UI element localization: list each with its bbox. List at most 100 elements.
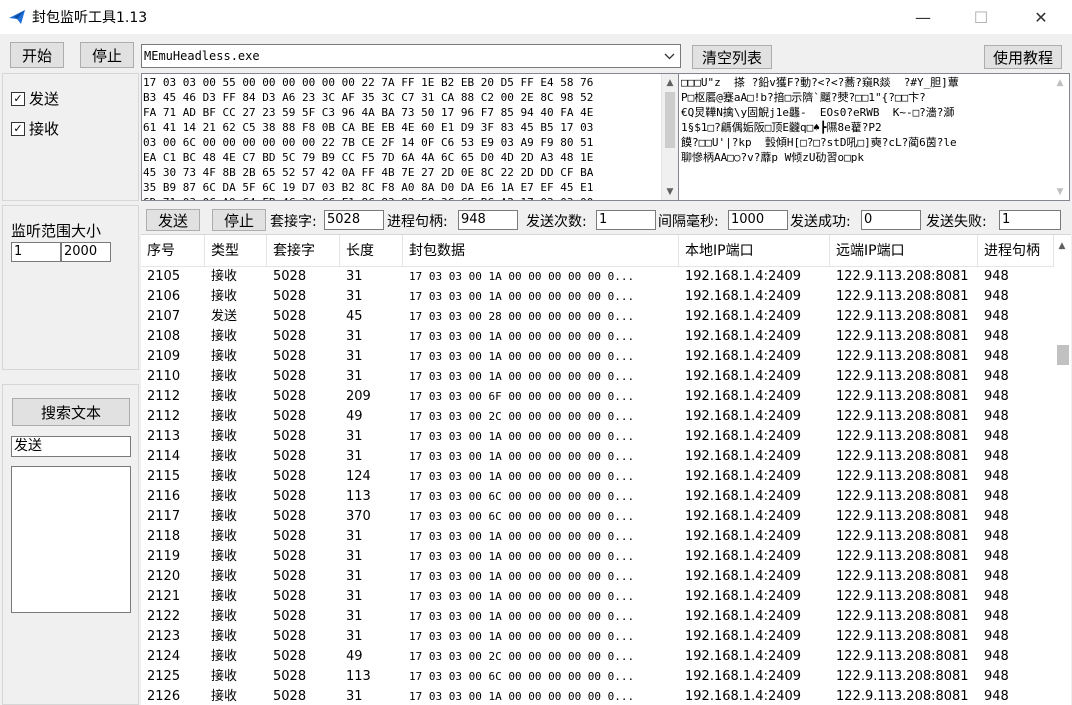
table-row[interactable]: 2124 接收 5028 49 17 03 03 00 2C 00 00 00 00 0…: [141, 647, 1054, 667]
stop-button[interactable]: 停止: [80, 42, 134, 68]
table-row[interactable]: 2119 接收 5028 31 17 03 03 00 1A 00 00 00 00 0…: [141, 547, 1054, 567]
recv-checkbox[interactable]: ✓: [11, 121, 25, 136]
ascii-scrollbar[interactable]: ▲ ▼: [1052, 74, 1069, 200]
recv-filter[interactable]: ✓ 接收: [11, 118, 59, 139]
local-ip-cell: 192.168.1.4:2409: [685, 289, 802, 304]
send-checkbox[interactable]: ✓: [11, 91, 25, 106]
col-data-header[interactable]: 封包数据: [403, 235, 679, 267]
ascii-line: □□□U"z 搽 ?鉛v獲F?動?<?<?蕎?窺R燚 ?#Y_胆]蕈: [681, 76, 959, 89]
send-fail-input[interactable]: 1: [999, 210, 1061, 230]
search-results[interactable]: [11, 466, 131, 613]
table-row[interactable]: 2121 接收 5028 31 17 03 03 00 1A 00 00 00 00 0…: [141, 587, 1054, 607]
hex-preview[interactable]: 17 03 03 00 55 00 00 00 00 00 00 22 7A F…: [141, 73, 679, 201]
send-fail-label: 发送失败:: [926, 214, 987, 230]
maximize-icon: ☐: [973, 7, 989, 27]
hex-line: 61 41 14 21 62 C5 38 88 F8 0B CA BE EB 4…: [143, 121, 594, 134]
col-local-ip-header[interactable]: 本地IP端口: [679, 235, 830, 267]
table-scrollbar[interactable]: ▲: [1054, 235, 1071, 705]
remote-ip-cell: 122.9.113.208:8081: [836, 609, 969, 624]
scroll-up-icon[interactable]: ▲: [1052, 74, 1068, 91]
type-cell: 接收: [211, 389, 238, 404]
local-ip-cell: 192.168.1.4:2409: [685, 629, 802, 644]
packet-data-cell: 17 03 03 00 28 00 00 00 00 00 0...: [409, 310, 635, 323]
help-button[interactable]: 使用教程: [984, 45, 1062, 69]
scroll-thumb[interactable]: [1057, 345, 1069, 365]
table-row[interactable]: 2107 发送 5028 45 17 03 03 00 28 00 00 00 00 0…: [141, 307, 1054, 327]
table-row[interactable]: 2120 接收 5028 31 17 03 03 00 1A 00 00 00 00 0…: [141, 567, 1054, 587]
type-cell: 接收: [211, 369, 238, 384]
search-text-button[interactable]: 搜索文本: [12, 398, 130, 426]
table-row[interactable]: 2126 接收 5028 31 17 03 03 00 1A 00 00 00 00 0…: [141, 687, 1054, 705]
table-row[interactable]: 2118 接收 5028 31 17 03 03 00 1A 00 00 00 00 0…: [141, 527, 1054, 547]
packet-table[interactable]: 序号 类型 套接字 长度 封包数据 本地IP端口 远端IP端口 进程句柄 2105 接收 5028…: [141, 234, 1071, 705]
close-icon: ✕: [1034, 7, 1048, 27]
hex-scrollbar[interactable]: ▲ ▼: [661, 74, 678, 200]
handle-cell: 948: [984, 689, 1009, 704]
table-row[interactable]: 2123 接收 5028 31 17 03 03 00 1A 00 00 00 00 0…: [141, 627, 1054, 647]
packet-data-cell: 17 03 03 00 1A 00 00 00 00 00 0...: [409, 290, 635, 303]
type-cell: 接收: [211, 649, 238, 664]
remote-ip-cell: 122.9.113.208:8081: [836, 429, 969, 444]
type-cell: 接收: [211, 469, 238, 484]
type-cell: 接收: [211, 269, 238, 284]
remote-ip-cell: 122.9.113.208:8081: [836, 529, 969, 544]
search-input[interactable]: 发送: [11, 436, 131, 457]
hex-line: B3 45 46 D3 FF 84 D3 A6 23 3C AF 35 3C C…: [143, 91, 594, 104]
clear-list-button[interactable]: 清空列表: [692, 45, 772, 69]
table-row[interactable]: 2105 接收 5028 31 17 03 03 00 1A 00 00 00 00 0…: [141, 267, 1054, 287]
scroll-up-icon[interactable]: ▲: [1054, 237, 1070, 254]
table-row[interactable]: 2115 接收 5028 124 17 03 03 00 1A 00 00 00 00 …: [141, 467, 1054, 487]
range-from-input[interactable]: 1: [11, 242, 61, 262]
scroll-up-icon[interactable]: ▲: [662, 74, 678, 91]
table-row[interactable]: 2110 接收 5028 31 17 03 03 00 1A 00 00 00 00 0…: [141, 367, 1054, 387]
col-seq-header[interactable]: 序号: [141, 235, 205, 267]
socket-cell: 5028: [273, 489, 307, 504]
table-row[interactable]: 2113 接收 5028 31 17 03 03 00 1A 00 00 00 00 0…: [141, 427, 1054, 447]
table-row[interactable]: 2112 接收 5028 49 17 03 03 00 2C 00 00 00 00 0…: [141, 407, 1054, 427]
type-cell: 接收: [211, 289, 238, 304]
col-type-header[interactable]: 类型: [205, 235, 267, 267]
table-row[interactable]: 2112 接收 5028 209 17 03 03 00 6F 00 00 00 00 …: [141, 387, 1054, 407]
process-select[interactable]: MEmuHeadless.exe: [141, 44, 681, 68]
minimize-button[interactable]: —: [900, 0, 946, 34]
length-cell: 31: [346, 449, 363, 464]
send-success-input[interactable]: 0: [861, 210, 921, 230]
remote-ip-cell: 122.9.113.208:8081: [836, 669, 969, 684]
local-ip-cell: 192.168.1.4:2409: [685, 389, 802, 404]
send-button[interactable]: 发送: [146, 209, 200, 231]
send-stop-button[interactable]: 停止: [212, 209, 266, 231]
col-length-header[interactable]: 长度: [340, 235, 403, 267]
scroll-down-icon[interactable]: ▼: [1052, 183, 1068, 200]
socket-input[interactable]: 5028: [324, 210, 384, 230]
table-row[interactable]: 2125 接收 5028 113 17 03 03 00 6C 00 00 00 00 …: [141, 667, 1054, 687]
col-handle-header[interactable]: 进程句柄: [978, 235, 1054, 267]
start-button[interactable]: 开始: [10, 42, 64, 68]
table-row[interactable]: 2116 接收 5028 113 17 03 03 00 6C 00 00 00 00 …: [141, 487, 1054, 507]
hex-line: EA C1 BC 48 4E C7 BD 5C 79 B9 CC F5 7D 6…: [143, 151, 594, 164]
table-row[interactable]: 2114 接收 5028 31 17 03 03 00 1A 00 00 00 00 0…: [141, 447, 1054, 467]
table-row[interactable]: 2108 接收 5028 31 17 03 03 00 1A 00 00 00 00 0…: [141, 327, 1054, 347]
socket-cell: 5028: [273, 469, 307, 484]
table-row[interactable]: 2117 接收 5028 370 17 03 03 00 6C 00 00 00 00 …: [141, 507, 1054, 527]
maximize-button[interactable]: ☐: [958, 0, 1004, 34]
scroll-down-icon[interactable]: ▼: [662, 183, 678, 200]
table-row[interactable]: 2106 接收 5028 31 17 03 03 00 1A 00 00 00 00 0…: [141, 287, 1054, 307]
close-button[interactable]: ✕: [1018, 0, 1064, 34]
handle-input[interactable]: 948: [458, 210, 518, 230]
seq-cell: 2120: [147, 569, 181, 584]
length-cell: 31: [346, 549, 363, 564]
packet-data-cell: 17 03 03 00 1A 00 00 00 00 00 0...: [409, 530, 635, 543]
col-socket-header[interactable]: 套接字: [267, 235, 340, 267]
ascii-preview[interactable]: □□□U"z 搽 ?鉛v獲F?動?<?<?蕎?窺R燚 ?#Y_胆]蕈 P□枢厬@蹇…: [678, 73, 1070, 201]
interval-label: 间隔毫秒:: [658, 214, 719, 230]
scroll-thumb[interactable]: [665, 92, 675, 148]
table-row[interactable]: 2109 接收 5028 31 17 03 03 00 1A 00 00 00 00 0…: [141, 347, 1054, 367]
interval-input[interactable]: 1000: [728, 210, 788, 230]
seq-cell: 2114: [147, 449, 181, 464]
send-count-input[interactable]: 1: [596, 210, 656, 230]
col-remote-ip-header[interactable]: 远端IP端口: [830, 235, 978, 267]
table-row[interactable]: 2122 接收 5028 31 17 03 03 00 1A 00 00 00 00 0…: [141, 607, 1054, 627]
socket-cell: 5028: [273, 549, 307, 564]
range-to-input[interactable]: 2000: [61, 242, 111, 262]
send-filter[interactable]: ✓ 发送: [11, 88, 59, 109]
